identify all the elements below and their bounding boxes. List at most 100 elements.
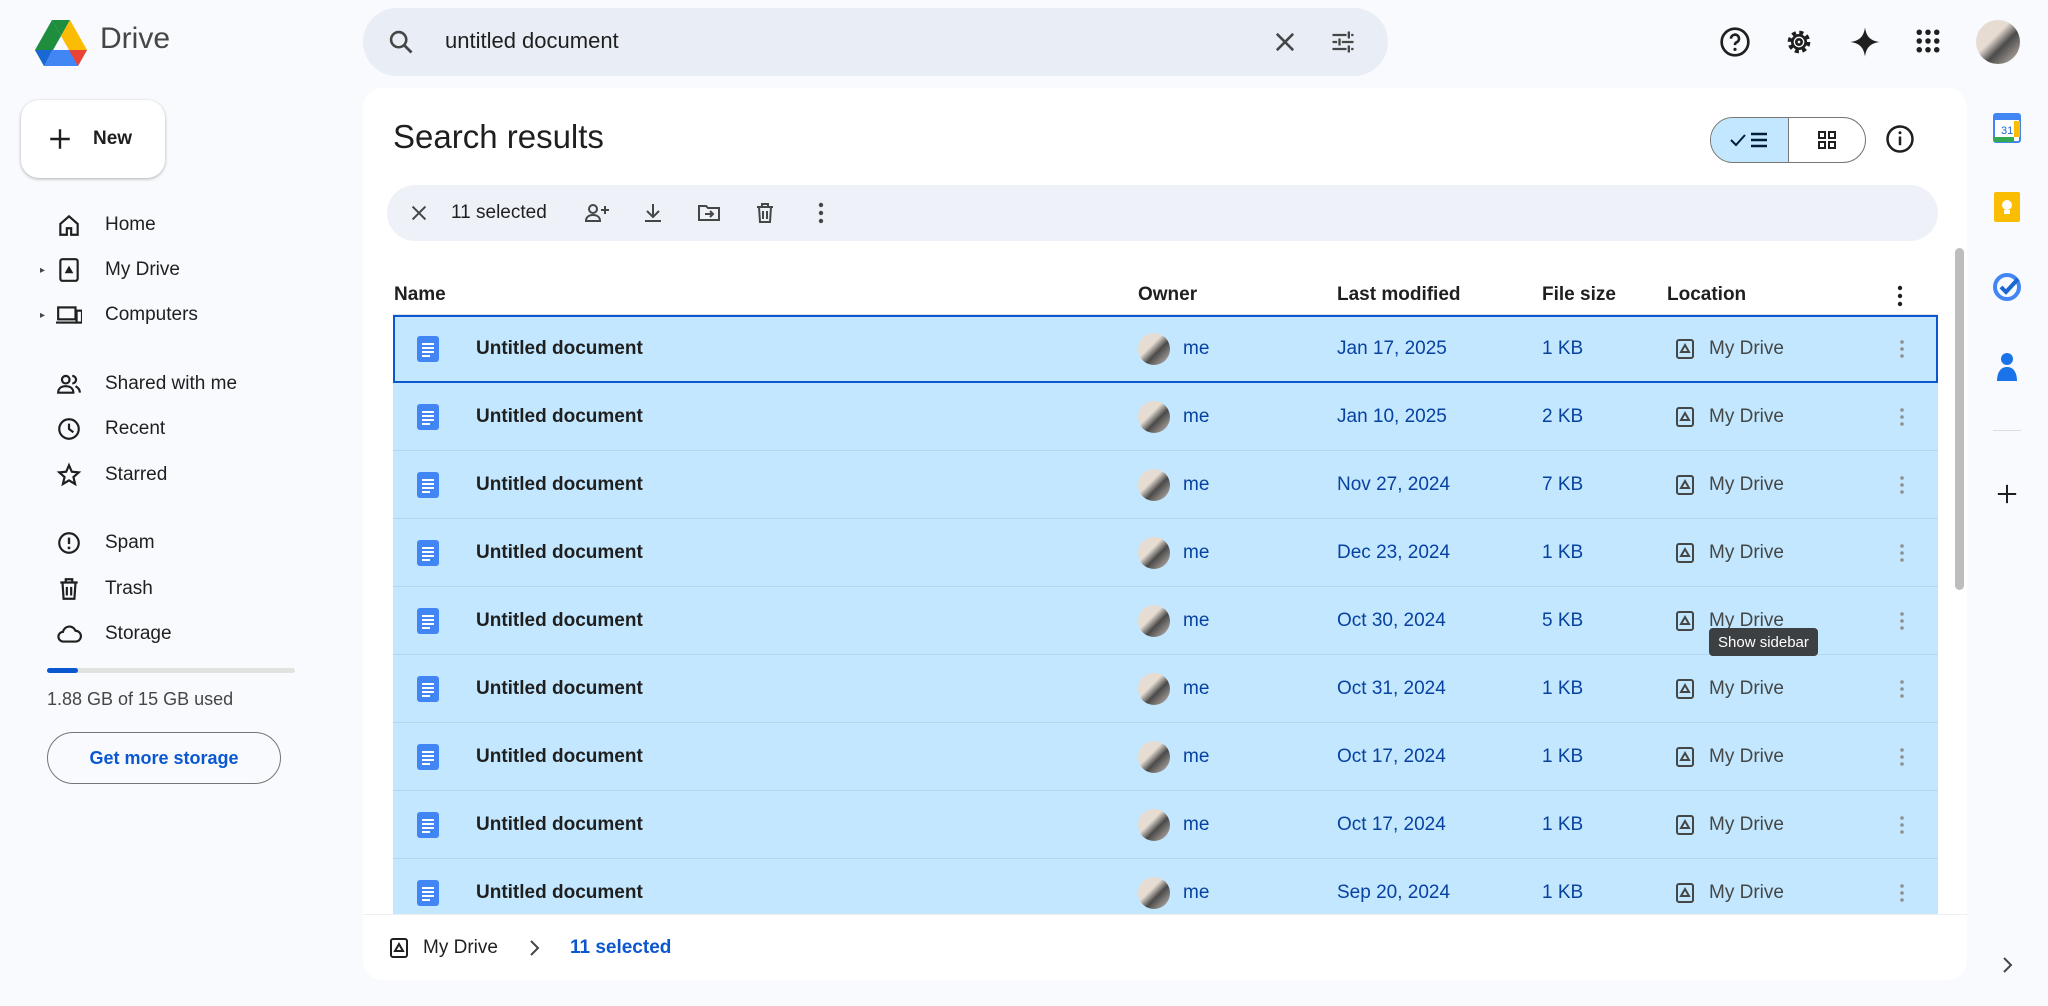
storage-bar — [47, 668, 295, 673]
column-header-location[interactable]: Location — [1667, 274, 1746, 316]
sidebar-item-trash[interactable]: Trash — [40, 569, 330, 609]
file-name[interactable]: Untitled document — [476, 383, 643, 451]
move-to-folder-icon[interactable] — [681, 191, 737, 235]
row-more-actions-icon[interactable] — [1899, 587, 1905, 655]
row-more-actions-icon[interactable] — [1899, 859, 1905, 915]
column-options-icon[interactable] — [1897, 285, 1903, 307]
sidebar-item-spam[interactable]: Spam — [40, 523, 330, 563]
file-name[interactable]: Untitled document — [476, 859, 643, 915]
spam-icon — [56, 530, 86, 556]
table-row[interactable]: Untitled document me Oct 31, 2024 1 KB M… — [393, 655, 1938, 723]
sidebar-item-home[interactable]: Home — [40, 205, 330, 245]
row-more-actions-icon[interactable] — [1899, 451, 1905, 519]
file-name[interactable]: Untitled document — [476, 655, 643, 723]
location[interactable]: My Drive — [1709, 791, 1784, 859]
column-header-name[interactable]: Name — [394, 274, 446, 316]
breadcrumb-current: 11 selected — [569, 936, 672, 958]
clear-selection-icon[interactable] — [401, 191, 437, 235]
row-more-actions-icon[interactable] — [1899, 655, 1905, 723]
expand-caret-icon[interactable]: ▸ — [40, 310, 56, 321]
file-name[interactable]: Untitled document — [476, 315, 643, 383]
new-button[interactable]: New — [21, 100, 165, 178]
table-row[interactable]: Untitled document me Oct 30, 2024 5 KB M… — [393, 587, 1938, 655]
file-name[interactable]: Untitled document — [476, 519, 643, 587]
add-addon-plus-icon[interactable] — [1990, 477, 2024, 511]
apps-grid-icon[interactable] — [1913, 26, 1943, 56]
show-side-panel-chevron-icon[interactable] — [1990, 948, 2024, 982]
my-drive-icon — [389, 937, 409, 959]
table-row[interactable]: Untitled document me Dec 23, 2024 1 KB M… — [393, 519, 1938, 587]
column-header-owner[interactable]: Owner — [1138, 274, 1197, 316]
table-row[interactable]: Untitled document me Jan 10, 2025 2 KB M… — [393, 383, 1938, 451]
column-header-file-size[interactable]: File size — [1542, 274, 1616, 316]
file-name[interactable]: Untitled document — [476, 723, 643, 791]
view-toggle[interactable] — [1710, 117, 1866, 163]
sidebar-item-label: Trash — [105, 578, 153, 599]
tasks-icon[interactable] — [1990, 270, 2024, 304]
location[interactable]: My Drive — [1709, 383, 1784, 451]
column-header-last-modified[interactable]: Last modified — [1337, 274, 1461, 316]
table-row[interactable]: Untitled document me Jan 17, 2025 1 KB M… — [393, 315, 1938, 383]
row-more-actions-icon[interactable] — [1899, 315, 1905, 383]
search-bar[interactable]: untitled document — [363, 8, 1388, 76]
sidebar-item-shared-with-me[interactable]: Shared with me — [40, 364, 330, 404]
sidebar-item-storage[interactable]: Storage — [40, 614, 330, 654]
location[interactable]: My Drive — [1709, 315, 1784, 383]
contacts-icon[interactable] — [1990, 350, 2024, 384]
scrollbar[interactable] — [1955, 248, 1964, 590]
my-drive-icon — [1675, 859, 1695, 915]
file-size: 1 KB — [1542, 338, 1584, 359]
expand-caret-icon[interactable]: ▸ — [40, 265, 56, 276]
clear-search-icon[interactable] — [1271, 28, 1299, 56]
last-modified: Oct 31, 2024 — [1337, 678, 1446, 699]
table-row[interactable]: Untitled document me Nov 27, 2024 7 KB M… — [393, 451, 1938, 519]
table-row[interactable]: Untitled document me Oct 17, 2024 1 KB M… — [393, 723, 1938, 791]
location[interactable]: My Drive — [1709, 723, 1784, 791]
sidebar-item-my-drive[interactable]: ▸ My Drive — [40, 250, 330, 290]
keep-icon[interactable] — [1990, 190, 2024, 224]
search-options-icon[interactable] — [1329, 28, 1357, 56]
drive-logo-icon[interactable] — [35, 20, 87, 66]
account-avatar[interactable] — [1976, 20, 2020, 64]
help-icon[interactable] — [1719, 26, 1751, 58]
location[interactable]: My Drive — [1709, 655, 1784, 723]
last-modified: Nov 27, 2024 — [1337, 474, 1451, 495]
share-person-add-icon[interactable] — [569, 191, 625, 235]
calendar-icon[interactable]: 31 — [1990, 111, 2024, 145]
location[interactable]: My Drive — [1709, 451, 1784, 519]
settings-gear-icon[interactable] — [1783, 26, 1815, 58]
search-icon[interactable] — [387, 28, 415, 56]
table-row[interactable]: Untitled document me Sep 20, 2024 1 KB M… — [393, 859, 1938, 915]
table-row[interactable]: Untitled document me Oct 17, 2024 1 KB M… — [393, 791, 1938, 859]
grid-view-button[interactable] — [1789, 118, 1866, 162]
file-name[interactable]: Untitled document — [476, 791, 643, 859]
download-icon[interactable] — [625, 191, 681, 235]
more-actions-icon[interactable] — [793, 191, 849, 235]
sidebar-item-computers[interactable]: ▸ Computers — [40, 295, 330, 335]
sidebar-item-label: Storage — [105, 623, 172, 644]
new-button-label: New — [93, 128, 133, 149]
breadcrumb-my-drive[interactable]: My Drive — [423, 937, 498, 959]
row-more-actions-icon[interactable] — [1899, 723, 1905, 791]
file-name[interactable]: Untitled document — [476, 451, 643, 519]
sidebar-item-starred[interactable]: Starred — [40, 455, 330, 495]
get-more-storage-button[interactable]: Get more storage — [47, 732, 281, 784]
search-input[interactable]: untitled document — [445, 28, 619, 54]
row-more-actions-icon[interactable] — [1899, 383, 1905, 451]
row-more-actions-icon[interactable] — [1899, 791, 1905, 859]
file-size: 1 KB — [1542, 746, 1584, 767]
list-view-button[interactable] — [1711, 118, 1789, 162]
trash-icon[interactable] — [737, 191, 793, 235]
file-name[interactable]: Untitled document — [476, 587, 643, 655]
location[interactable]: My Drive — [1709, 519, 1784, 587]
google-doc-icon — [417, 791, 439, 859]
side-panel-divider — [1993, 430, 2021, 431]
info-icon[interactable] — [1885, 124, 1915, 154]
location[interactable]: My Drive — [1709, 859, 1784, 915]
gemini-sparkle-icon[interactable] — [1849, 26, 1881, 58]
owner: me — [1183, 474, 1210, 495]
sidebar-item-recent[interactable]: Recent — [40, 409, 330, 449]
home-icon — [56, 212, 86, 238]
owner: me — [1183, 542, 1210, 563]
row-more-actions-icon[interactable] — [1899, 519, 1905, 587]
